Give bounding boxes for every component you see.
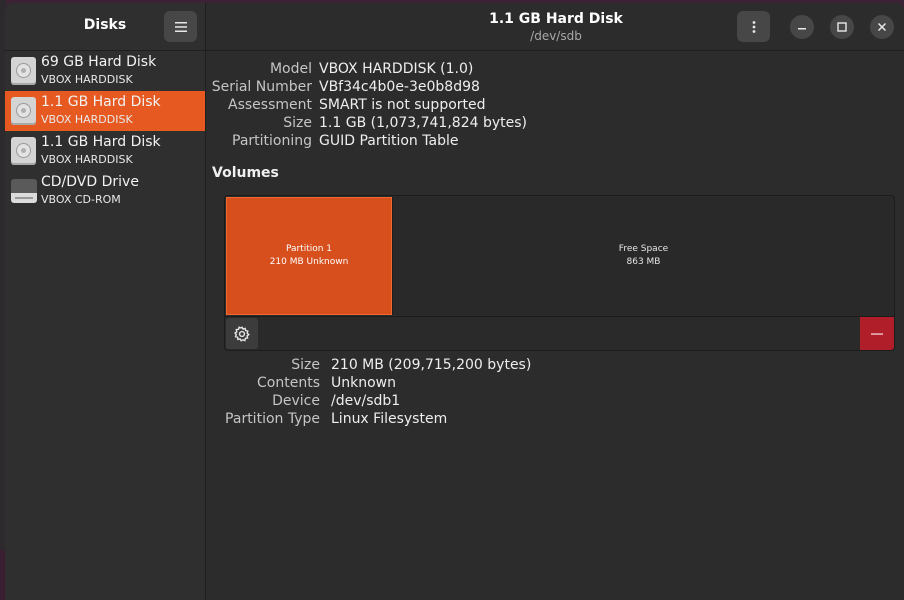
disk-name: 69 GB Hard Disk	[41, 54, 157, 70]
pinfo-row-type: Partition Type Linux Filesystem	[206, 411, 904, 429]
serial-label: Serial Number	[211, 79, 312, 95]
disk-model: VBOX HARDDISK	[41, 153, 133, 166]
info-row-serial: Serial Number VBf34c4b0e-3e0b8d98	[206, 79, 904, 97]
disk-model: VBOX HARDDISK	[41, 73, 133, 86]
model-value: VBOX HARDDISK (1.0)	[319, 61, 474, 77]
partitioning-value: GUID Partition Table	[319, 133, 459, 149]
partition-name: Partition 1	[285, 244, 333, 254]
disk-item-cdrom[interactable]: CD/DVD Drive VBOX CD-ROM	[5, 171, 205, 211]
pinfo-row-size: Size 210 MB (209,715,200 bytes)	[206, 357, 904, 375]
info-row-partitioning: Partitioning GUID Partition Table	[206, 133, 904, 151]
partition-size-value: 210 MB (209,715,200 bytes)	[331, 357, 532, 373]
close-button[interactable]	[870, 15, 894, 39]
disk-name: 1.1 GB Hard Disk	[41, 134, 161, 150]
header-bar: 1.1 GB Hard Disk /dev/sdb	[206, 3, 904, 51]
optical-drive-icon	[11, 179, 37, 203]
info-row-assessment: Assessment SMART is not supported	[206, 97, 904, 115]
partition-size-label: Size	[291, 357, 320, 373]
maximize-button[interactable]	[830, 15, 854, 39]
disk-model: VBOX CD-ROM	[41, 193, 121, 206]
partitioning-label: Partitioning	[232, 133, 312, 149]
delete-partition-button[interactable]	[860, 317, 894, 350]
assessment-value: SMART is not supported	[319, 97, 486, 113]
partition-options-button[interactable]	[226, 318, 258, 349]
kebab-menu-icon	[752, 20, 755, 33]
free-space-size: 863 MB	[626, 257, 661, 267]
hamburger-menu-button[interactable]	[164, 11, 197, 42]
volume-map: Partition 1 210 MB Unknown Free Space 86…	[224, 195, 895, 351]
minus-icon	[871, 332, 883, 335]
serial-value: VBf34c4b0e-3e0b8d98	[319, 79, 480, 95]
partition-type-value: Linux Filesystem	[331, 411, 448, 427]
minimize-button[interactable]	[790, 15, 814, 39]
disk-item-sdb[interactable]: 1.1 GB Hard Disk VBOX HARDDISK	[5, 91, 205, 131]
hdd-icon	[11, 97, 36, 125]
disks-window: Disks 69 GB Hard Disk VBOX HARDDISK 1.1 …	[5, 3, 904, 600]
disk-name: CD/DVD Drive	[41, 174, 139, 190]
size-label: Size	[283, 115, 312, 131]
close-icon	[877, 22, 887, 32]
device-value: /dev/sdb1	[331, 393, 401, 409]
partition-desc: 210 MB Unknown	[269, 257, 349, 267]
sidebar-header: Disks	[5, 3, 205, 51]
pinfo-row-contents: Contents Unknown	[206, 375, 904, 393]
contents-value: Unknown	[331, 375, 396, 391]
hamburger-icon	[174, 21, 187, 32]
maximize-icon	[837, 22, 847, 32]
device-label: Device	[272, 393, 320, 409]
free-space-block[interactable]: Free Space 863 MB	[392, 197, 894, 315]
free-space-name: Free Space	[618, 244, 669, 254]
disk-item-sdc[interactable]: 1.1 GB Hard Disk VBOX HARDDISK	[5, 131, 205, 171]
disk-list: 69 GB Hard Disk VBOX HARDDISK 1.1 GB Har…	[5, 51, 205, 211]
info-row-size: Size 1.1 GB (1,073,741,824 bytes)	[206, 115, 904, 133]
partition-1-block[interactable]: Partition 1 210 MB Unknown	[226, 197, 392, 315]
partition-type-label: Partition Type	[225, 411, 320, 427]
volumes-heading: Volumes	[212, 165, 279, 181]
hdd-icon	[11, 137, 36, 165]
sidebar: Disks 69 GB Hard Disk VBOX HARDDISK 1.1 …	[5, 3, 206, 600]
volume-toolbar	[225, 316, 894, 350]
disk-model: VBOX HARDDISK	[41, 113, 133, 126]
hdd-icon	[11, 57, 36, 85]
contents-label: Contents	[257, 375, 320, 391]
disk-item-69gb[interactable]: 69 GB Hard Disk VBOX HARDDISK	[5, 51, 205, 91]
disk-info: Model VBOX HARDDISK (1.0) Serial Number …	[206, 61, 904, 151]
partition-info: Size 210 MB (209,715,200 bytes) Contents…	[206, 357, 904, 429]
disk-name: 1.1 GB Hard Disk	[41, 94, 161, 110]
size-value: 1.1 GB (1,073,741,824 bytes)	[319, 115, 527, 131]
minimize-icon	[798, 28, 806, 30]
model-label: Model	[269, 61, 312, 77]
pinfo-row-device: Device /dev/sdb1	[206, 393, 904, 411]
assessment-label: Assessment	[228, 97, 312, 113]
info-row-model: Model VBOX HARDDISK (1.0)	[206, 61, 904, 79]
disk-menu-button[interactable]	[737, 11, 770, 42]
gear-icon	[234, 325, 250, 342]
